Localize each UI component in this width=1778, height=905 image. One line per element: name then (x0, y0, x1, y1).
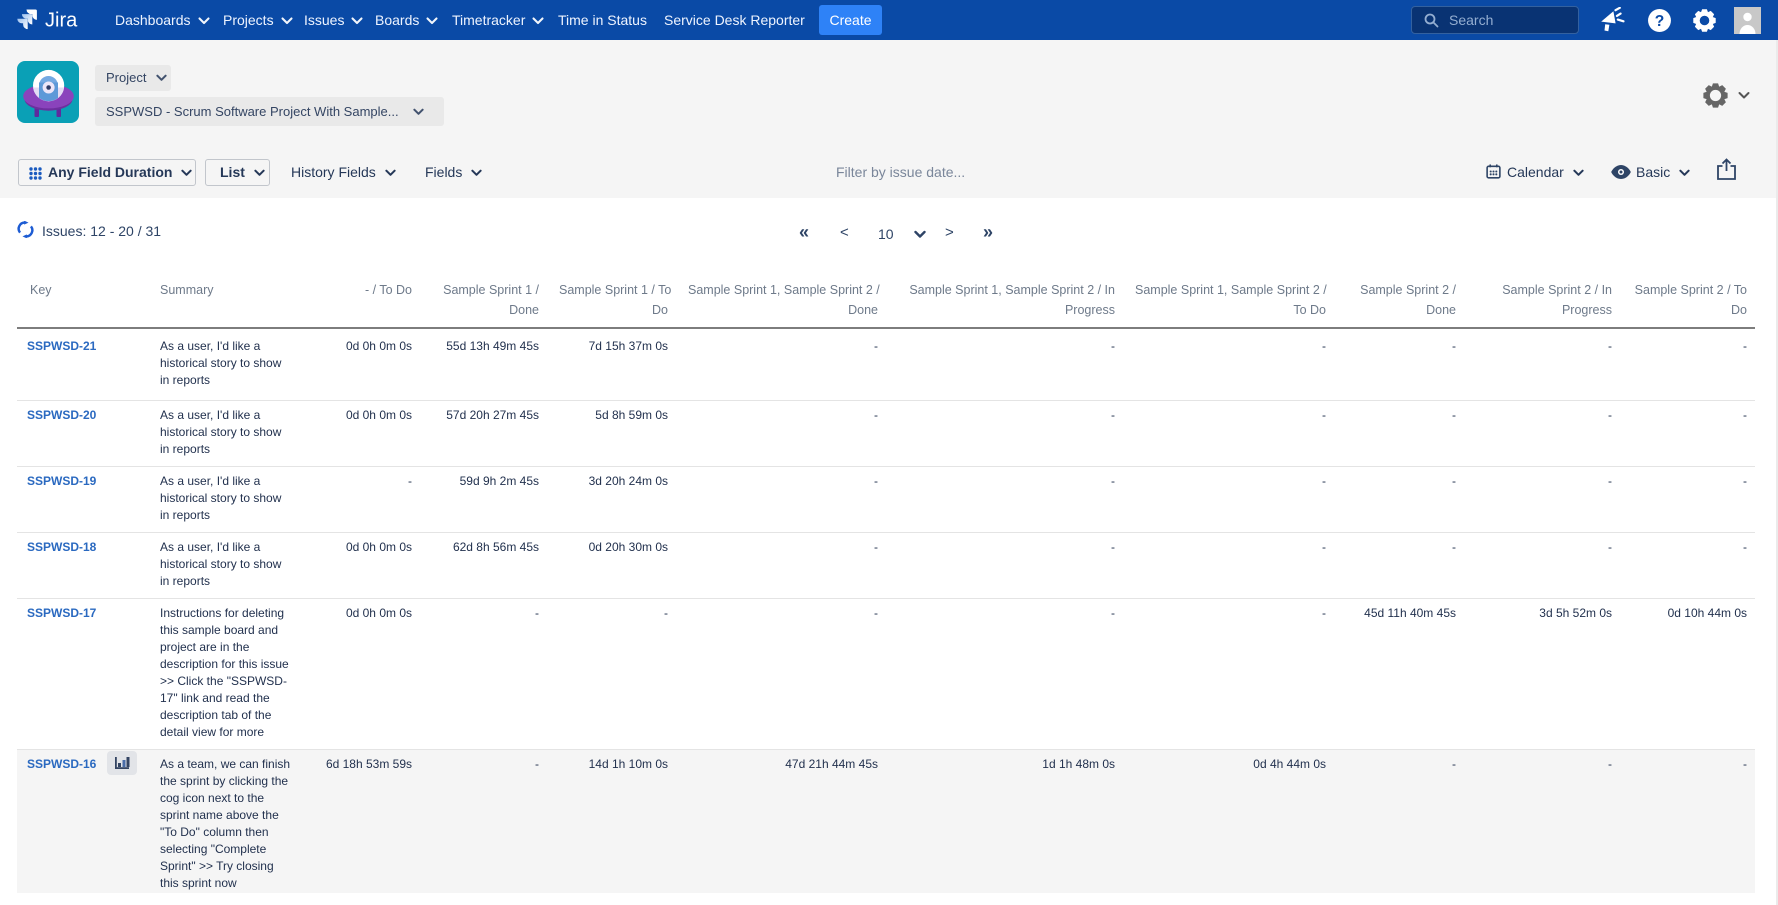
svg-text:?: ? (1655, 13, 1665, 30)
svg-text:Jira: Jira (45, 10, 78, 32)
